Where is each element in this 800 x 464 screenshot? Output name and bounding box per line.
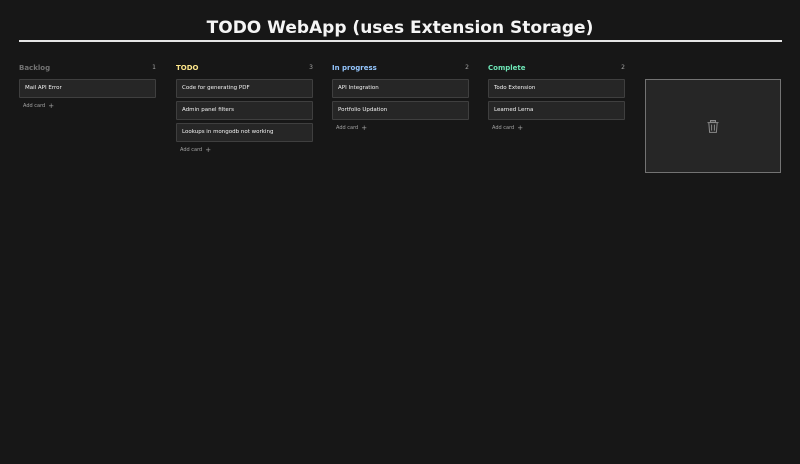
add-card-button[interactable]: Add card +	[492, 123, 625, 133]
column-in-progress: In progress 2 API Integration Portfolio …	[332, 62, 469, 133]
column-title: Complete	[488, 64, 526, 72]
card[interactable]: Todo Extension	[488, 79, 625, 98]
column-title: In progress	[332, 64, 377, 72]
column-header: Complete 2	[488, 62, 625, 74]
plus-icon: +	[205, 146, 212, 154]
title-divider	[19, 40, 782, 42]
column-header: Backlog 1	[19, 62, 156, 74]
column-title: TODO	[176, 64, 199, 72]
kanban-app: TODO WebApp (uses Extension Storage) Bac…	[0, 0, 800, 464]
card[interactable]: Mail API Error	[19, 79, 156, 98]
card-count: 2	[621, 64, 625, 71]
column-backlog: Backlog 1 Mail API Error Add card +	[19, 62, 156, 111]
add-card-label: Add card	[492, 125, 515, 131]
add-card-button[interactable]: Add card +	[180, 145, 313, 155]
card[interactable]: Portfolio Updation	[332, 101, 469, 120]
card[interactable]: Code for generating PDF	[176, 79, 313, 98]
plus-icon: +	[361, 124, 368, 132]
card[interactable]: API Integration	[332, 79, 469, 98]
trash-icon	[707, 119, 719, 133]
column-header: In progress 2	[332, 62, 469, 74]
page-title: TODO WebApp (uses Extension Storage)	[206, 18, 594, 38]
column-todo: TODO 3 Code for generating PDF Admin pan…	[176, 62, 313, 155]
add-card-button[interactable]: Add card +	[336, 123, 469, 133]
column-header: TODO 3	[176, 62, 313, 74]
column-complete: Complete 2 Todo Extension Learned Lerna …	[488, 62, 625, 133]
card-count: 2	[465, 64, 469, 71]
card[interactable]: Admin panel filters	[176, 101, 313, 120]
plus-icon: +	[517, 124, 524, 132]
card[interactable]: Lookups in mongodb not working	[176, 123, 313, 142]
plus-icon: +	[48, 102, 55, 110]
add-card-label: Add card	[23, 103, 46, 109]
add-card-label: Add card	[336, 125, 359, 131]
add-card-button[interactable]: Add card +	[23, 101, 156, 111]
card-count: 3	[309, 64, 313, 71]
column-title: Backlog	[19, 64, 51, 72]
card[interactable]: Learned Lerna	[488, 101, 625, 120]
trash-drop-zone[interactable]	[645, 79, 781, 173]
add-card-label: Add card	[180, 147, 203, 153]
card-count: 1	[152, 64, 156, 71]
